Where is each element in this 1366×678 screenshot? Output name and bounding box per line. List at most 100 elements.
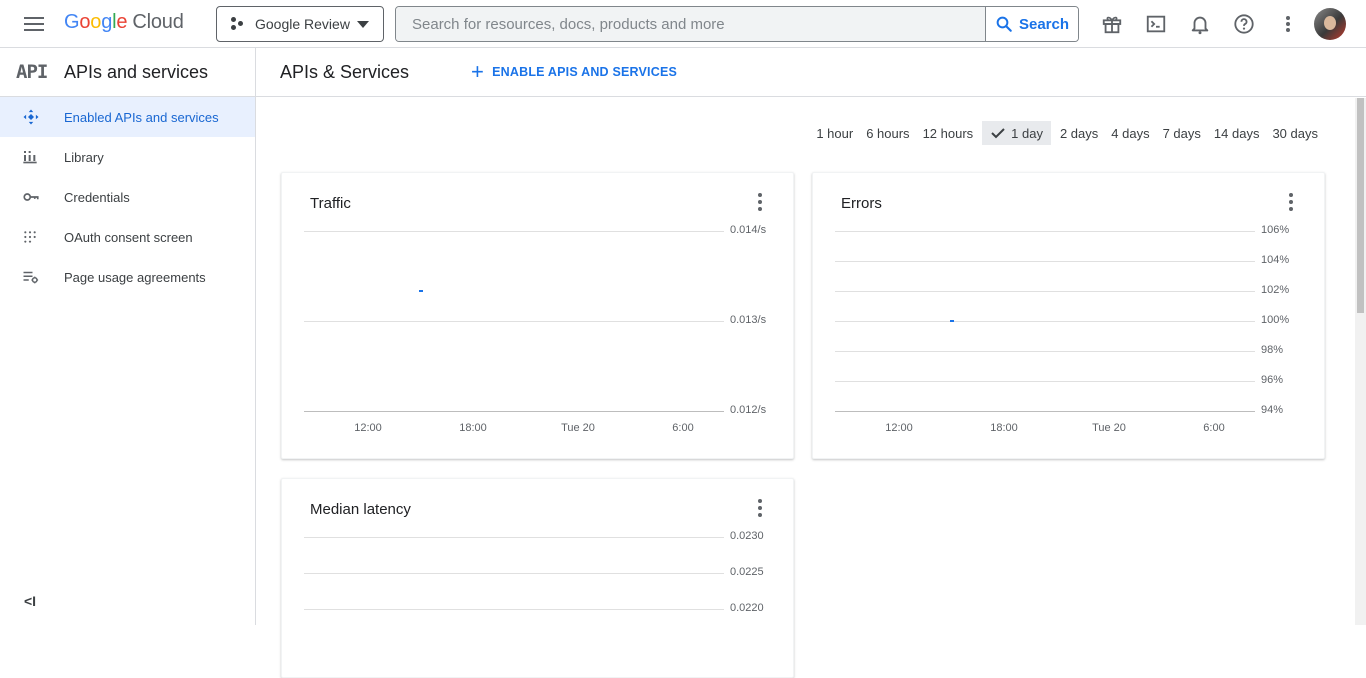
y-tick-label: 106% (1261, 224, 1290, 236)
settings-list-icon (0, 268, 64, 286)
data-point (418, 290, 423, 293)
x-tick-label: 18:00 (990, 422, 1018, 434)
sidebar: API APIs and services Enabled APIs and s… (0, 48, 256, 625)
dots-grid-icon (0, 229, 64, 245)
sidebar-item-label: Page usage agreements (64, 269, 206, 285)
checkmark-icon (991, 128, 1005, 139)
chart-title: Median latency (310, 501, 411, 518)
grid-line (304, 537, 724, 538)
gift-icon[interactable] (1100, 12, 1124, 36)
y-tick-label: 0.013/s (730, 314, 767, 326)
x-tick-label: 12:00 (354, 422, 382, 434)
y-tick-label: 96% (1261, 374, 1284, 386)
grid-line (835, 321, 1255, 322)
more-vert-icon[interactable] (1276, 12, 1300, 36)
page-title: APIs & Services (280, 61, 410, 82)
search-input[interactable] (396, 7, 985, 41)
range-7-days[interactable]: 7 days (1159, 121, 1205, 145)
sidebar-item-label: Credentials (64, 189, 130, 205)
sidebar-item-page-usage[interactable]: Page usage agreements (0, 257, 255, 297)
search-button[interactable]: Search (985, 7, 1078, 41)
range-14-days[interactable]: 14 days (1210, 121, 1264, 145)
top-bar: Google Cloud Google Review Search (0, 0, 1366, 48)
key-icon (0, 188, 64, 206)
y-tick-label: 98% (1261, 344, 1284, 356)
range-6-hours[interactable]: 6 hours (862, 121, 913, 145)
x-tick-label: Tue 20 (561, 422, 595, 434)
x-tick-label: 6:00 (1203, 422, 1225, 434)
hamburger-menu-icon[interactable] (22, 14, 46, 34)
x-tick-label: 6:00 (672, 422, 694, 434)
project-dots-icon (231, 17, 245, 31)
y-tick-label: 100% (1261, 314, 1290, 326)
main-header: APIs & Services + ENABLE APIS AND SERVIC… (256, 48, 1366, 97)
help-icon[interactable] (1232, 12, 1256, 36)
y-tick-label: 0.0225 (730, 566, 764, 578)
library-icon (0, 149, 64, 165)
range-12-hours[interactable]: 12 hours (919, 121, 978, 145)
api-badge-icon: API (16, 61, 48, 83)
plus-icon: + (471, 59, 485, 84)
diamond-arrows-icon (0, 108, 64, 126)
range-4-days[interactable]: 4 days (1107, 121, 1153, 145)
google-cloud-logo[interactable]: Google Cloud (64, 11, 184, 34)
grid-line (835, 231, 1255, 232)
caret-down-icon (357, 21, 369, 28)
y-tick-label: 102% (1261, 284, 1290, 296)
x-tick-label: 18:00 (459, 422, 487, 434)
grid-line (304, 231, 724, 232)
main-content: APIs & Services + ENABLE APIS AND SERVIC… (256, 48, 1366, 678)
sidebar-item-credentials[interactable]: Credentials (0, 177, 255, 217)
chart-title: Traffic (310, 195, 351, 212)
cloud-shell-icon[interactable] (1144, 12, 1168, 36)
y-tick-label: 94% (1261, 404, 1284, 416)
grid-line (835, 261, 1255, 262)
project-selector[interactable]: Google Review (216, 6, 384, 42)
range-30-days[interactable]: 30 days (1268, 121, 1322, 145)
sidebar-item-library[interactable]: Library (0, 137, 255, 177)
grid-line (835, 351, 1255, 352)
range-1-hour[interactable]: 1 hour (812, 121, 857, 145)
notifications-bell-icon[interactable] (1188, 12, 1212, 36)
x-tick-label: 12:00 (885, 422, 913, 434)
collapse-sidebar-icon[interactable]: <I (24, 593, 36, 609)
grid-line (304, 321, 724, 322)
scrollbar-thumb[interactable] (1357, 98, 1364, 313)
sidebar-item-oauth-consent[interactable]: OAuth consent screen (0, 217, 255, 257)
y-tick-label: 0.014/s (730, 224, 767, 236)
project-name: Google Review (255, 16, 350, 32)
more-vert-icon[interactable] (757, 499, 763, 517)
grid-line (835, 411, 1255, 412)
sidebar-item-label: OAuth consent screen (64, 229, 193, 245)
chart-title: Errors (841, 195, 882, 212)
median-latency-chart-card: Median latency 0.0230 0.0225 0.0220 (281, 478, 794, 678)
traffic-chart-card: Traffic 0.014/s 0.013/s 0.012/s 12:00 18:00 T… (281, 172, 794, 459)
enable-apis-button[interactable]: + ENABLE APIS AND SERVICES (471, 61, 677, 83)
more-vert-icon[interactable] (757, 193, 763, 211)
vertical-scrollbar[interactable] (1355, 98, 1366, 625)
grid-line (304, 411, 724, 412)
data-point (949, 320, 954, 322)
search-bar: Search (395, 6, 1079, 42)
y-tick-label: 0.012/s (730, 404, 767, 416)
y-tick-label: 104% (1261, 254, 1290, 266)
y-tick-label: 0.0230 (730, 530, 764, 542)
search-icon (996, 16, 1012, 32)
sidebar-item-label: Library (64, 149, 104, 165)
grid-line (304, 609, 724, 610)
account-avatar[interactable] (1314, 8, 1346, 40)
sidebar-header: API APIs and services (0, 48, 255, 97)
grid-line (835, 381, 1255, 382)
x-tick-label: Tue 20 (1092, 422, 1126, 434)
time-range-selector: 1 hour 6 hours 12 hours 1 day 2 days 4 d… (807, 121, 1322, 145)
grid-line (304, 573, 724, 574)
range-1-day[interactable]: 1 day (982, 121, 1051, 145)
grid-line (835, 291, 1255, 292)
errors-chart-card: Errors 106% 104% 102% 100% 98% 96% 94% 12:00 18:… (812, 172, 1325, 459)
sidebar-item-enabled-apis[interactable]: Enabled APIs and services (0, 97, 255, 137)
sidebar-item-label: Enabled APIs and services (64, 109, 219, 125)
sidebar-title: APIs and services (64, 61, 209, 82)
range-2-days[interactable]: 2 days (1056, 121, 1102, 145)
y-tick-label: 0.0220 (730, 602, 764, 614)
more-vert-icon[interactable] (1288, 193, 1294, 211)
